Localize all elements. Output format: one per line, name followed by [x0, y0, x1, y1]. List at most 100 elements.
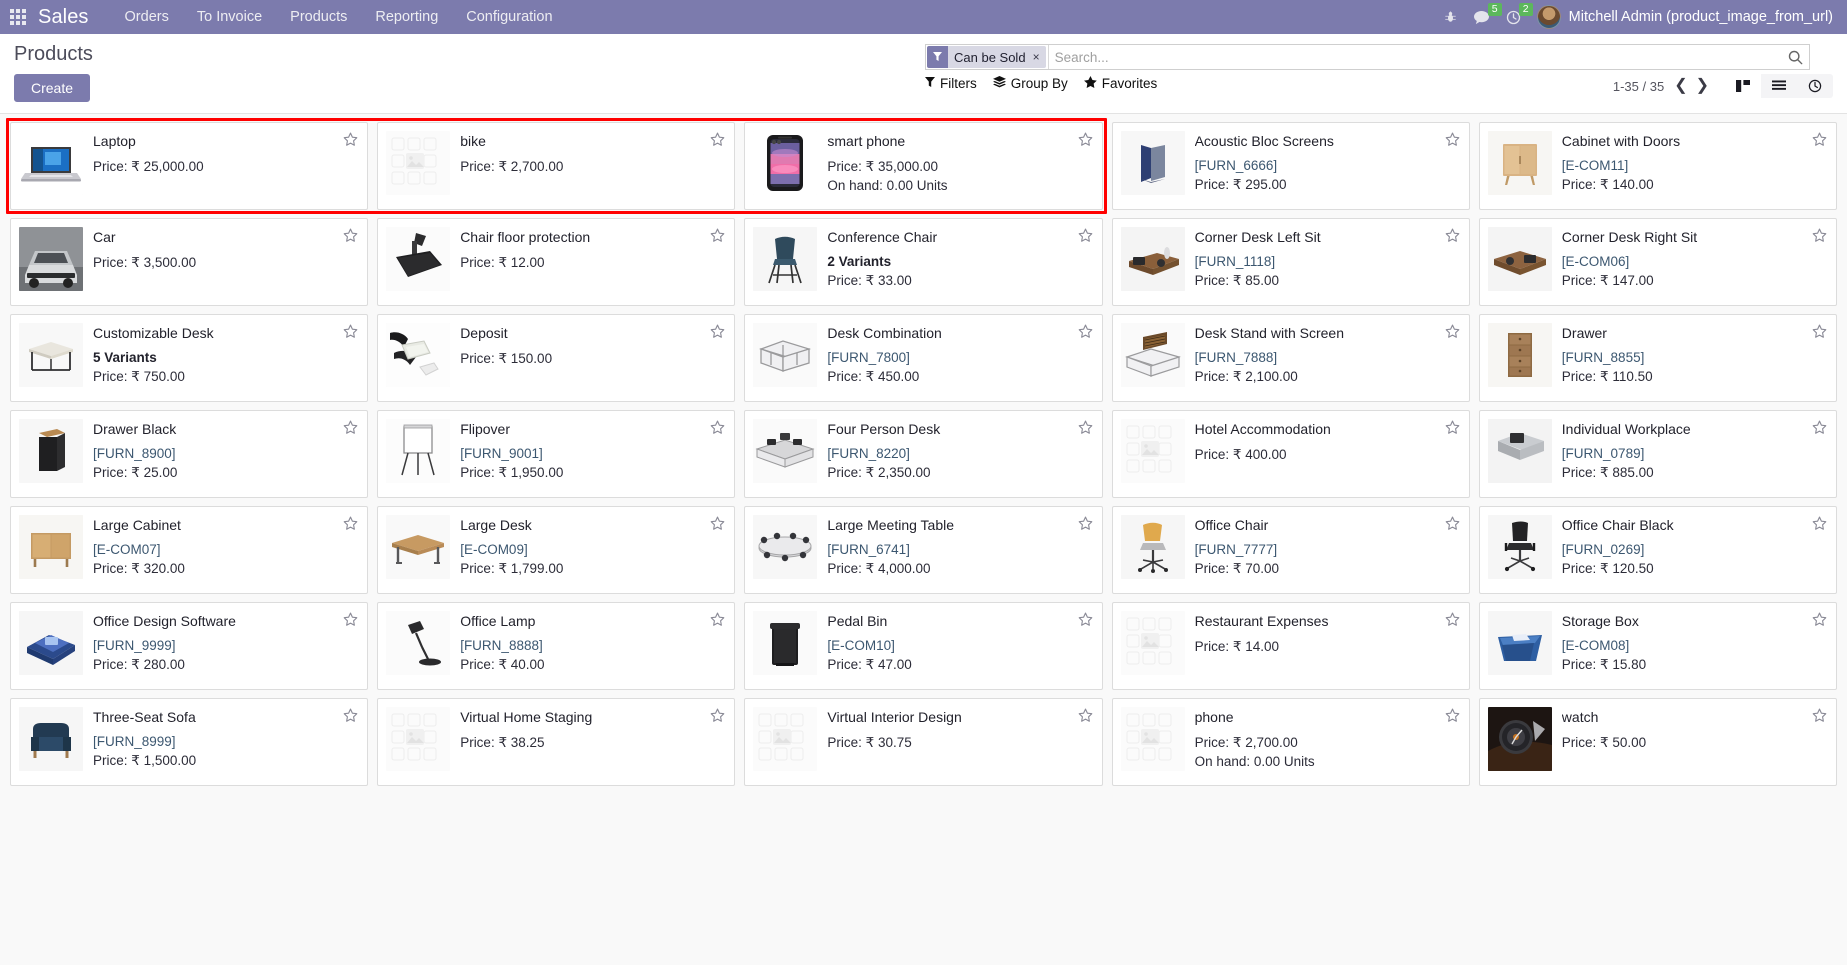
product-card[interactable]: Car Price: ₹ 3,500.00 [10, 218, 369, 306]
apps-grid-icon[interactable] [8, 7, 28, 27]
activities-icon[interactable]: 2 [1506, 2, 1533, 25]
favorite-star-icon[interactable] [710, 132, 725, 150]
favorite-star-icon[interactable] [1812, 228, 1827, 246]
product-card[interactable]: Office Chair Black [FURN_0269] Price: ₹ 12… [1478, 506, 1837, 594]
favorite-star-icon[interactable] [710, 708, 725, 726]
favorite-star-icon[interactable] [1812, 132, 1827, 150]
menu-item-orders[interactable]: Orders [111, 0, 183, 34]
favorite-star-icon[interactable] [343, 228, 358, 246]
product-card[interactable]: Office Chair [FURN_7777] Price: ₹ 70.00 [1111, 506, 1470, 594]
product-card[interactable]: watch Price: ₹ 50.00 [1478, 698, 1837, 786]
product-card[interactable]: Office Lamp [FURN_8888] Price: ₹ 40.00 [377, 602, 736, 690]
messages-icon[interactable]: 5 [1473, 2, 1502, 25]
search-facet-can-be-sold[interactable]: Can be Sold × [927, 46, 1046, 68]
product-price: Price: ₹ 25,000.00 [93, 159, 204, 174]
product-card[interactable]: Desk Stand with Screen [FURN_7888] Price: … [1111, 314, 1470, 402]
menu-item-products[interactable]: Products [276, 0, 361, 34]
favorite-star-icon[interactable] [1078, 516, 1093, 534]
app-brand-sales[interactable]: Sales [38, 6, 89, 29]
activity-view-button[interactable] [1797, 74, 1833, 98]
product-card[interactable]: Customizable Desk 5 Variants Price: ₹ 750.… [10, 314, 369, 402]
favorite-star-icon[interactable] [343, 420, 358, 438]
favorite-star-icon[interactable] [1445, 132, 1460, 150]
favorite-star-icon[interactable] [343, 708, 358, 726]
favorite-star-icon[interactable] [1445, 612, 1460, 630]
favorite-star-icon[interactable] [343, 516, 358, 534]
product-card[interactable]: Individual Workplace [FURN_0789] Price: ₹ … [1478, 410, 1837, 498]
favorite-star-icon[interactable] [1445, 324, 1460, 342]
product-card[interactable]: Laptop Price: ₹ 25,000.00 [10, 122, 369, 210]
favorite-star-icon[interactable] [1078, 228, 1093, 246]
favorite-star-icon[interactable] [1812, 708, 1827, 726]
favorite-star-icon[interactable] [343, 324, 358, 342]
product-card[interactable]: Four Person Desk [FURN_8220] Price: ₹ 2,35… [744, 410, 1103, 498]
favorite-star-icon[interactable] [1812, 420, 1827, 438]
favorite-star-icon[interactable] [1078, 612, 1093, 630]
group-by-dropdown[interactable]: Group By [992, 76, 1068, 91]
product-card[interactable]: Conference Chair 2 Variants Price: ₹ 33.00 [744, 218, 1103, 306]
bug-icon[interactable] [1444, 10, 1457, 24]
favorite-star-icon[interactable] [1812, 612, 1827, 630]
remove-facet-icon[interactable]: × [1030, 46, 1046, 68]
product-card[interactable]: Acoustic Bloc Screens [FURN_6666] Price: ₹… [1111, 122, 1470, 210]
favorite-star-icon[interactable] [1078, 132, 1093, 150]
product-card[interactable]: Drawer Black [FURN_8900] Price: ₹ 25.00 [10, 410, 369, 498]
favorite-star-icon[interactable] [710, 324, 725, 342]
favorite-star-icon[interactable] [710, 420, 725, 438]
favorite-star-icon[interactable] [1812, 516, 1827, 534]
favorite-star-icon[interactable] [1078, 708, 1093, 726]
product-card[interactable]: Restaurant Expenses Price: ₹ 14.00 [1111, 602, 1470, 690]
pager-next-icon[interactable]: ❯ [1696, 78, 1709, 94]
product-card[interactable]: Large Cabinet [E-COM07] Price: ₹ 320.00 [10, 506, 369, 594]
product-card[interactable]: Office Design Software [FURN_9999] Price: … [10, 602, 369, 690]
favorite-star-icon[interactable] [1445, 420, 1460, 438]
product-card[interactable]: bike Price: ₹ 2,700.00 [377, 122, 736, 210]
favorite-star-icon[interactable] [1078, 324, 1093, 342]
create-button[interactable]: Create [14, 74, 91, 102]
product-card[interactable]: Three-Seat Sofa [FURN_8999] Price: ₹ 1,500… [10, 698, 369, 786]
favorites-dropdown[interactable]: Favorites [1083, 76, 1157, 91]
favorite-star-icon[interactable] [710, 228, 725, 246]
favorite-star-icon[interactable] [1445, 228, 1460, 246]
product-card[interactable]: Virtual Home Staging Price: ₹ 38.25 [377, 698, 736, 786]
product-card[interactable]: Deposit Price: ₹ 150.00 [377, 314, 736, 402]
product-card[interactable]: Large Desk [E-COM09] Price: ₹ 1,799.00 [377, 506, 736, 594]
filter-funnel-icon [925, 76, 935, 91]
pager-previous-icon[interactable]: ❮ [1674, 78, 1687, 94]
favorite-star-icon[interactable] [343, 132, 358, 150]
product-card[interactable]: Large Meeting Table [FURN_6741] Price: ₹ 4… [744, 506, 1103, 594]
user-menu[interactable]: Mitchell Admin (product_image_from_url) [1536, 5, 1833, 29]
favorite-star-icon[interactable] [1445, 708, 1460, 726]
product-card[interactable]: smart phone Price: ₹ 35,000.00 On hand: 0.… [744, 122, 1103, 210]
product-name: Four Person Desk [827, 421, 941, 437]
favorite-star-icon[interactable] [1078, 420, 1093, 438]
search-input[interactable] [1047, 45, 1781, 69]
favorite-star-icon[interactable] [343, 612, 358, 630]
product-card[interactable]: Corner Desk Right Sit [E-COM06] Price: ₹ 1… [1478, 218, 1837, 306]
product-card[interactable]: Virtual Interior Design Price: ₹ 30.75 [744, 698, 1103, 786]
favorite-star-icon[interactable] [710, 612, 725, 630]
kanban-view-button[interactable] [1725, 74, 1761, 98]
product-card[interactable]: Storage Box [E-COM08] Price: ₹ 15.80 [1478, 602, 1837, 690]
product-card[interactable]: Desk Combination [FURN_7800] Price: ₹ 450.… [744, 314, 1103, 402]
search-view[interactable]: Can be Sold × [925, 44, 1810, 70]
product-card[interactable]: Chair floor protection Price: ₹ 12.00 [377, 218, 736, 306]
product-card[interactable]: Hotel Accommodation Price: ₹ 400.00 [1111, 410, 1470, 498]
filters-dropdown[interactable]: Filters [925, 76, 977, 91]
search-icon[interactable] [1781, 45, 1809, 69]
product-card[interactable]: Cabinet with Doors [E-COM11] Price: ₹ 140.… [1478, 122, 1837, 210]
product-card[interactable]: Drawer [FURN_8855] Price: ₹ 110.50 [1478, 314, 1837, 402]
product-card[interactable]: Flipover [FURN_9001] Price: ₹ 1,950.00 [377, 410, 736, 498]
favorite-star-icon[interactable] [710, 516, 725, 534]
product-card[interactable]: phone Price: ₹ 2,700.00 On hand: 0.00 Unit… [1111, 698, 1470, 786]
product-name: phone [1194, 709, 1234, 725]
list-view-button[interactable] [1761, 74, 1797, 98]
menu-item-to-invoice[interactable]: To Invoice [183, 0, 276, 34]
product-card[interactable]: Pedal Bin [E-COM10] Price: ₹ 47.00 [744, 602, 1103, 690]
menu-item-reporting[interactable]: Reporting [361, 0, 452, 34]
favorite-star-icon[interactable] [1445, 516, 1460, 534]
product-card[interactable]: Corner Desk Left Sit [FURN_1118] Price: ₹ … [1111, 218, 1470, 306]
product-card-body: Individual Workplace [FURN_0789] Price: ₹ … [1562, 419, 1828, 489]
menu-item-configuration[interactable]: Configuration [452, 0, 566, 34]
favorite-star-icon[interactable] [1812, 324, 1827, 342]
